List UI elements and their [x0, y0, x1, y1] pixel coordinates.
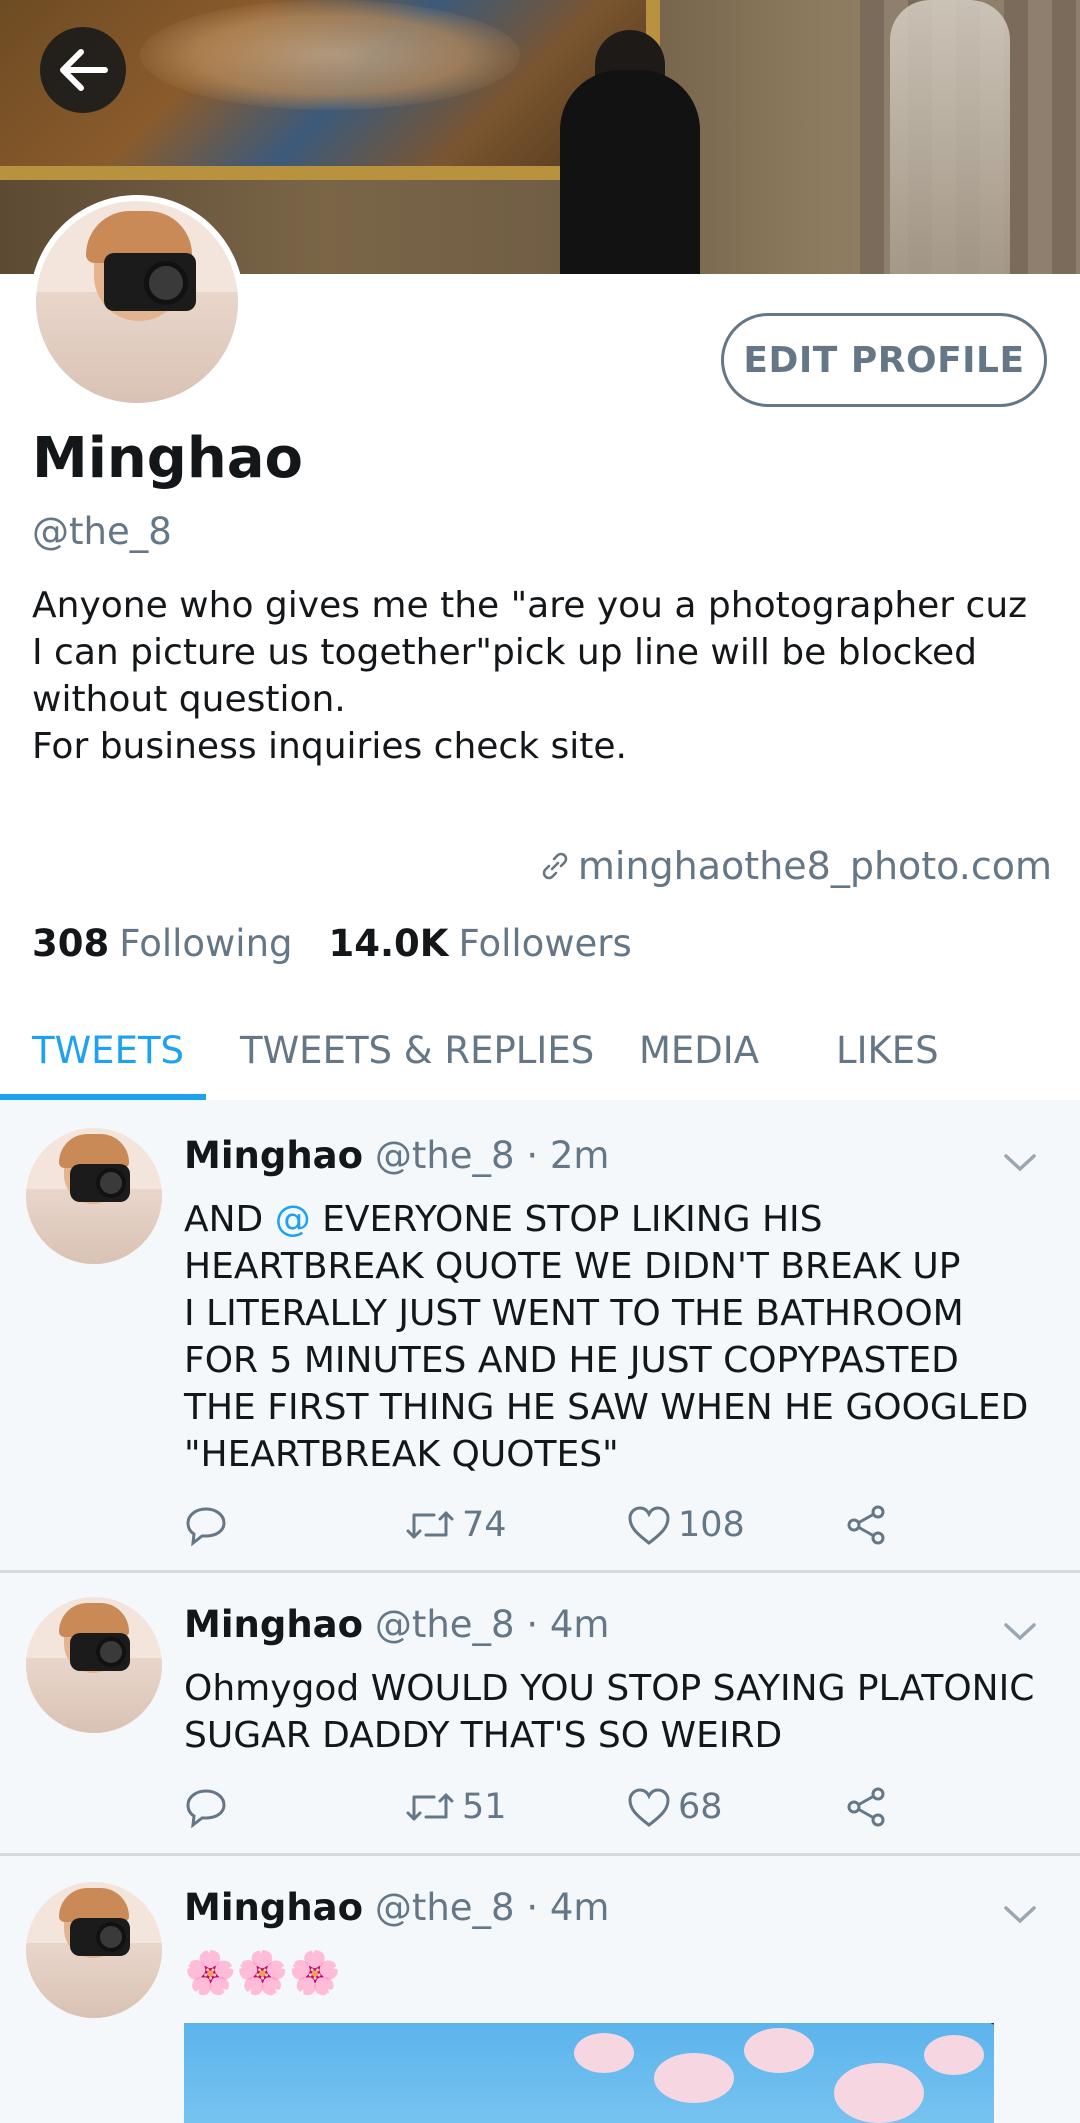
retweet-count: 74 — [462, 1505, 507, 1545]
tweet-meta: @the_8 · 2m — [374, 1134, 610, 1177]
following-number: 308 — [32, 922, 110, 965]
reply-button[interactable] — [184, 1782, 228, 1832]
banner-statue — [890, 0, 1010, 274]
link-icon — [542, 852, 568, 880]
tweet-photo[interactable] — [184, 2023, 994, 2123]
followers-label: Followers — [458, 922, 632, 965]
tweet-header: Minghao @the_8 · 4m — [184, 1603, 609, 1646]
mention-link[interactable]: @ — [275, 1199, 311, 1240]
profile-handle: @the_8 — [32, 510, 172, 553]
retweet-icon — [406, 1511, 454, 1539]
following-count[interactable]: 308 Following — [32, 922, 293, 965]
like-count: 68 — [678, 1787, 723, 1827]
edit-profile-button[interactable]: EDIT PROFILE — [721, 313, 1047, 407]
chevron-down-icon[interactable] — [1000, 1894, 1040, 1934]
tweet-author-name: Minghao — [184, 1603, 364, 1646]
reply-icon — [186, 1507, 226, 1547]
followers-count[interactable]: 14.0K Followers — [329, 922, 632, 965]
tweet-avatar[interactable] — [26, 1882, 162, 2018]
profile-website-link[interactable]: minghaothe8_photo.com — [538, 844, 1052, 888]
reply-button[interactable] — [184, 1500, 228, 1550]
back-arrow-icon — [60, 49, 108, 91]
tweet-meta: @the_8 · 4m — [374, 1603, 610, 1646]
tweet-text: Ohmygod WOULD YOU STOP SAYING PLATONIC S… — [184, 1668, 1035, 1756]
profile-name: Minghao — [32, 426, 304, 491]
share-icon — [847, 1505, 885, 1545]
tweet-avatar[interactable] — [26, 1128, 162, 1264]
tweet-author-name: Minghao — [184, 1134, 364, 1177]
follow-counts: 308 Following 14.0K Followers — [32, 922, 632, 965]
share-button[interactable] — [844, 1782, 888, 1832]
like-icon — [628, 1506, 670, 1545]
like-count: 108 — [678, 1505, 745, 1545]
retweet-button[interactable]: 74 — [404, 1500, 507, 1550]
profile-bio: Anyone who gives me the "are you a photo… — [32, 585, 1028, 767]
followers-number: 14.0K — [328, 922, 449, 965]
tab-tweets[interactable]: TWEETS — [32, 1000, 184, 1100]
tweet-avatar[interactable] — [26, 1597, 162, 1733]
tweet-header: Minghao @the_8 · 2m — [184, 1134, 609, 1177]
tweet-text: AND @ EVERYONE STOP LIKING HIS HEARTBREA… — [184, 1199, 1029, 1475]
following-label: Following — [119, 922, 293, 965]
retweet-icon — [406, 1793, 454, 1821]
profile-avatar[interactable] — [30, 195, 244, 409]
website-text: minghaothe8_photo.com — [577, 844, 1052, 888]
tweet-meta: @the_8 · 4m — [374, 1886, 610, 1929]
tweet-item[interactable]: Minghao @the_8 · 2m AND @ EVERYONE STOP … — [0, 1100, 1080, 1573]
tweet-header: Minghao @the_8 · 4m — [184, 1886, 609, 1929]
tab-likes[interactable]: LIKES — [836, 1000, 939, 1100]
reply-icon — [186, 1789, 226, 1829]
share-button[interactable] — [844, 1500, 888, 1550]
like-button[interactable]: 108 — [626, 1500, 745, 1550]
tweet-actions: 74 108 — [184, 1500, 904, 1550]
banner-person — [560, 70, 700, 274]
retweet-button[interactable]: 51 — [404, 1782, 507, 1832]
tweet-author-name: Minghao — [184, 1886, 364, 1929]
like-button[interactable]: 68 — [626, 1782, 723, 1832]
back-button[interactable] — [40, 27, 126, 113]
tab-tweets-replies[interactable]: TWEETS & REPLIES — [240, 1000, 594, 1100]
chevron-down-icon[interactable] — [1000, 1611, 1040, 1651]
chevron-down-icon[interactable] — [1000, 1142, 1040, 1182]
share-icon — [847, 1787, 885, 1827]
tab-media[interactable]: MEDIA — [639, 1000, 759, 1100]
tweet-item[interactable]: Minghao @the_8 · 4m Ohmygod WOULD YOU ST… — [0, 1573, 1080, 1856]
profile-tabs: TWEETS TWEETS & REPLIES MEDIA LIKES — [0, 1000, 1080, 1100]
like-icon — [628, 1788, 670, 1827]
tweet-emoji-text: 🌸🌸🌸 — [184, 1948, 341, 1997]
tweet-actions: 51 68 — [184, 1782, 904, 1832]
tweet-item[interactable]: Minghao @the_8 · 4m 🌸🌸🌸 — [0, 1856, 1080, 2123]
retweet-count: 51 — [462, 1787, 507, 1827]
